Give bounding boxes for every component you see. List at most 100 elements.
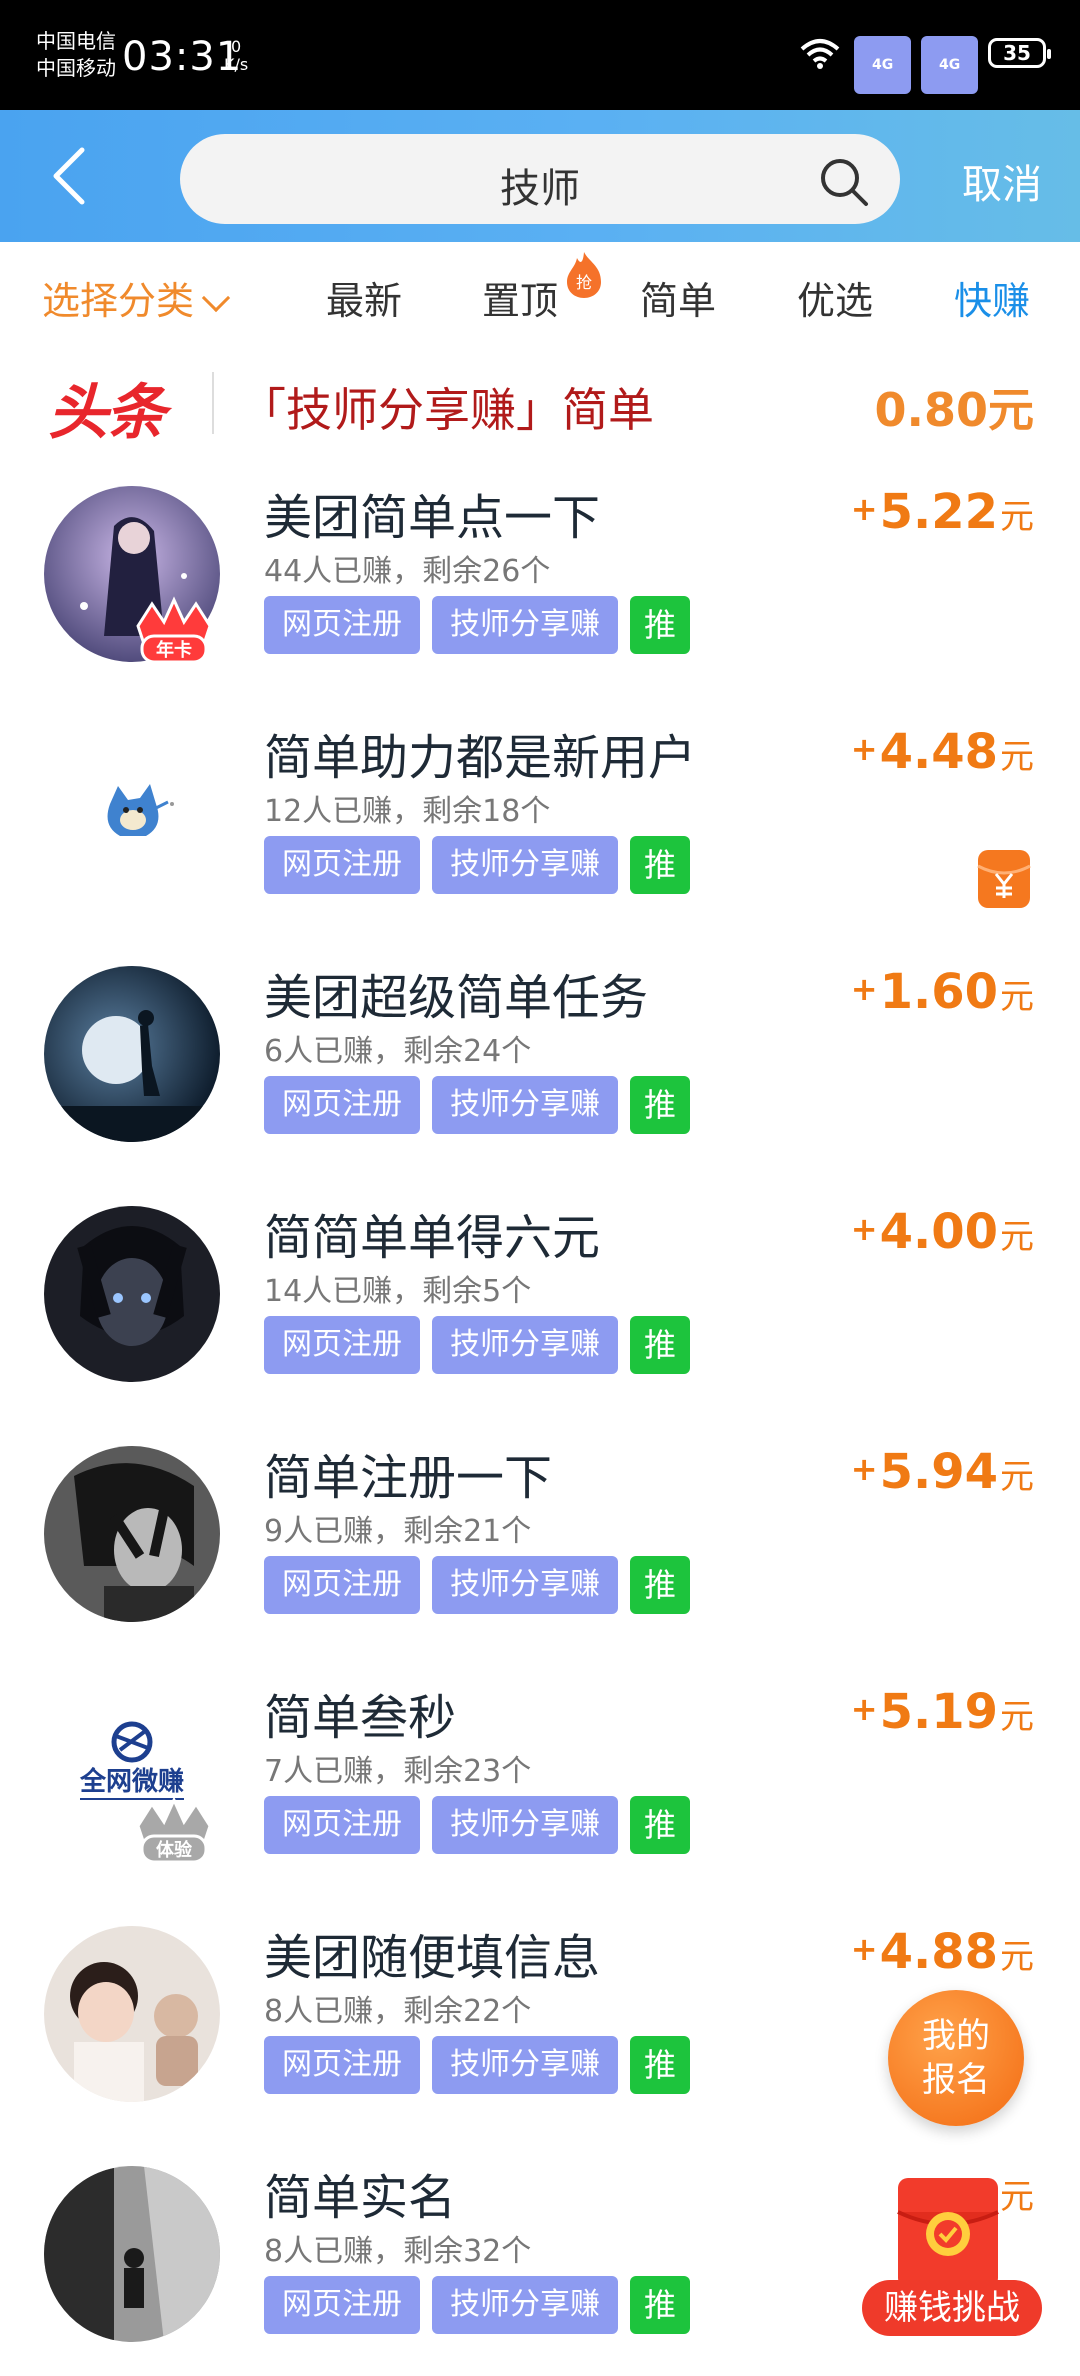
carrier-1: 中国电信: [36, 29, 116, 53]
reward-unit: 元: [1000, 497, 1034, 537]
task-meta: 8人已赚，剩余32个: [264, 2234, 532, 2269]
tag-web-register: 网页注册: [264, 1076, 420, 1134]
reward-value: 5.94: [879, 1444, 998, 1500]
reward-value: 4.00: [879, 1204, 998, 1260]
task-tags: 网页注册 技师分享赚 推: [264, 1316, 691, 1374]
tag-share: 技师分享赚: [432, 1556, 618, 1614]
red-packet-icon[interactable]: [976, 848, 1032, 910]
carrier-names: 中国电信 中国移动: [36, 28, 116, 82]
tag-recommend: 推: [630, 1076, 691, 1134]
task-meta: 9人已赚，剩余21个: [264, 1514, 532, 1549]
task-tags: 网页注册 技师分享赚 推: [264, 836, 691, 894]
network-speed: 0 K/s: [224, 38, 248, 74]
cancel-button[interactable]: 取消: [962, 152, 1042, 210]
reward-unit: 元: [1000, 1217, 1034, 1257]
task-title: 简单实名: [264, 2170, 457, 2226]
tab-simple[interactable]: 简单: [640, 270, 716, 325]
signal-1-network: 4G: [854, 36, 912, 94]
reward-unit: 元: [1000, 737, 1034, 777]
tag-recommend: 推: [630, 596, 691, 654]
tab-quick-earn[interactable]: 快赚: [954, 270, 1030, 325]
category-select-label: 选择分类: [42, 279, 195, 323]
search-header: 技师 取消: [0, 110, 1080, 242]
reward-unit: 元: [1000, 1937, 1034, 1977]
task-meta: 7人已赚，剩余23个: [264, 1754, 532, 1789]
task-title: 简单助力都是新用户: [264, 730, 697, 786]
my-signup-line-1: 我的: [922, 2016, 990, 2056]
chevron-down-icon: [201, 283, 231, 313]
task-row[interactable]: 简单助力都是新用户 12人已赚，剩余18个 网页注册 技师分享赚 推 +4.48…: [0, 696, 1080, 936]
status-bar: 中国电信 中国移动 03:31 0 K/s 4G 4G 35: [0, 0, 1080, 110]
my-signup-line-2: 报名: [922, 2060, 990, 2100]
logo-text: 全网微赚: [79, 1766, 184, 1797]
search-query: 技师: [500, 166, 580, 212]
avatar: [44, 726, 220, 902]
reward-plus: +: [850, 1450, 878, 1488]
wifi-icon: [800, 39, 840, 69]
task-meta: 6人已赚，剩余24个: [264, 1034, 532, 1069]
tab-latest[interactable]: 最新: [326, 270, 402, 325]
tab-featured[interactable]: 优选: [797, 270, 873, 325]
reward-value: 4.88: [879, 1924, 998, 1980]
task-tags: 网页注册 技师分享赚 推: [264, 1556, 691, 1614]
search-icon[interactable]: [816, 154, 872, 210]
hot-flame-icon: 抢: [567, 252, 601, 298]
badge-label: 年卡: [156, 639, 192, 661]
tag-recommend: 推: [630, 2276, 691, 2334]
headline-banner[interactable]: 头条 「技师分享赚」简单 0.80元: [0, 346, 1080, 456]
task-reward: +1.60元: [851, 964, 1034, 1020]
tag-web-register: 网页注册: [264, 1796, 420, 1854]
my-signup-button[interactable]: 我的 报名: [888, 1990, 1024, 2126]
red-envelope-icon: [897, 2178, 999, 2288]
task-meta: 44人已赚，剩余26个: [264, 554, 551, 589]
tag-share: 技师分享赚: [432, 1076, 618, 1134]
headline-divider: [212, 372, 214, 434]
status-icons: 4G 4G 35: [800, 36, 1051, 94]
tag-web-register: 网页注册: [264, 1316, 420, 1374]
hot-badge-label: 抢: [576, 273, 592, 292]
task-tags: 网页注册 技师分享赚 推: [264, 2276, 691, 2334]
task-row[interactable]: 美团超级简单任务 6人已赚，剩余24个 网页注册 技师分享赚 推 +1.60元: [0, 936, 1080, 1176]
tag-share: 技师分享赚: [432, 2036, 618, 2094]
avatar: [44, 1206, 220, 1382]
headline-logo: 头条: [48, 378, 166, 448]
earn-challenge-button[interactable]: 赚钱挑战: [862, 2176, 1042, 2336]
task-reward: +5.94元: [851, 1444, 1034, 1500]
tag-recommend: 推: [630, 836, 691, 894]
task-reward: +4.48元: [851, 724, 1034, 780]
headline-price: 0.80元: [874, 383, 1035, 437]
battery-icon: 35: [988, 38, 1051, 68]
category-select[interactable]: 选择分类: [42, 270, 231, 325]
tag-web-register: 网页注册: [264, 1556, 420, 1614]
task-title: 简简单单得六元: [264, 1210, 601, 1266]
task-title: 美团随便填信息: [264, 1930, 601, 1986]
back-arrow-icon[interactable]: [42, 146, 102, 206]
battery-level: 35: [1003, 41, 1031, 65]
earn-challenge-label: 赚钱挑战: [862, 2280, 1042, 2336]
tag-share: 技师分享赚: [432, 1316, 618, 1374]
reward-plus: +: [850, 490, 878, 528]
task-row[interactable]: 年卡 美团简单点一下 44人已赚，剩余26个 网页注册 技师分享赚 推 +5.2…: [0, 456, 1080, 696]
search-input[interactable]: 技师: [180, 134, 900, 224]
task-title: 美团超级简单任务: [264, 970, 649, 1026]
crown-badge-icon: 年卡: [136, 596, 212, 664]
tag-share: 技师分享赚: [432, 596, 618, 654]
reward-value: 4.48: [879, 724, 998, 780]
reward-unit: 元: [1000, 1457, 1034, 1497]
tag-share: 技师分享赚: [432, 2276, 618, 2334]
reward-unit: 元: [1000, 1697, 1034, 1737]
avatar: [44, 2166, 220, 2342]
signal-1-icon: 4G: [854, 36, 912, 94]
task-row[interactable]: 简单注册一下 9人已赚，剩余21个 网页注册 技师分享赚 推 +5.94元: [0, 1416, 1080, 1656]
tag-web-register: 网页注册: [264, 836, 420, 894]
task-meta: 8人已赚，剩余22个: [264, 1994, 532, 2029]
reward-plus: +: [850, 1690, 878, 1728]
task-title: 简单叁秒: [264, 1690, 457, 1746]
task-row[interactable]: 全网微赚 体验 简单叁秒 7人已赚，剩余23个 网页注册 技师分享赚 推 +5.…: [0, 1656, 1080, 1896]
tag-recommend: 推: [630, 2036, 691, 2094]
task-row[interactable]: 简简单单得六元 14人已赚，剩余5个 网页注册 技师分享赚 推 +4.00元: [0, 1176, 1080, 1416]
crown-badge-icon: 体验: [136, 1796, 212, 1864]
reward-value: 5.22: [879, 484, 998, 540]
tag-recommend: 推: [630, 1796, 691, 1854]
tab-pinned[interactable]: 置顶: [482, 270, 558, 325]
